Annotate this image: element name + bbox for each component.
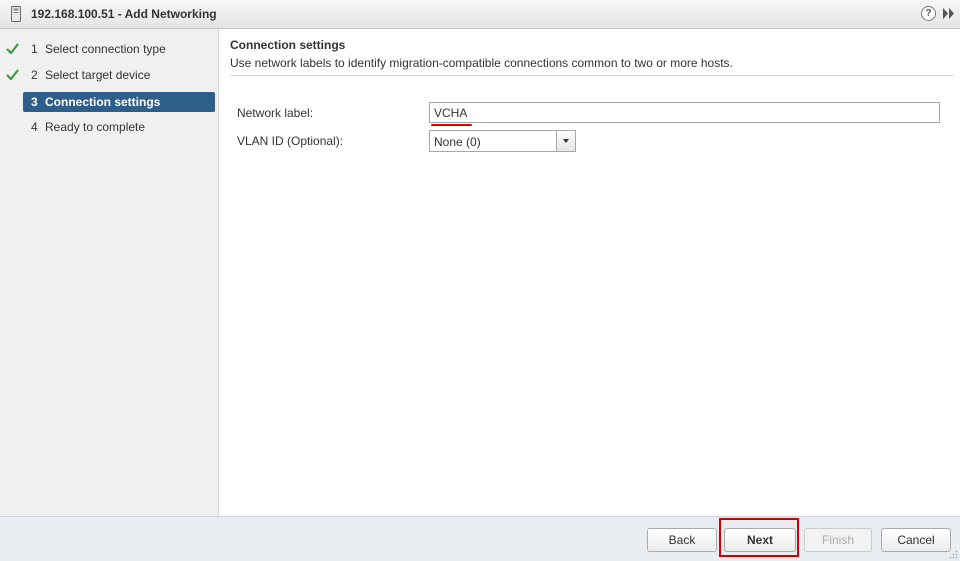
step-connection-settings[interactable]: 3 Connection settings: [23, 92, 215, 112]
step-select-target-device[interactable]: 2 Select target device: [23, 65, 215, 85]
help-icon[interactable]: ?: [921, 6, 936, 21]
expand-icon[interactable]: [943, 8, 955, 19]
resize-grip-icon[interactable]: [948, 549, 958, 559]
network-label-input[interactable]: [429, 102, 940, 123]
main-panel: Connection settings Use network labels t…: [220, 29, 960, 516]
cancel-button[interactable]: Cancel: [881, 528, 951, 552]
annotation-underline: [431, 124, 472, 126]
window-title: 192.168.100.51 - Add Networking: [31, 7, 217, 21]
step-label: Select connection type: [45, 42, 166, 56]
dropdown-arrow-icon: [563, 139, 569, 143]
step-select-connection-type[interactable]: 1 Select connection type: [23, 39, 215, 59]
wizard-steps-sidebar: 1 Select connection type 2 Select target…: [0, 29, 219, 516]
back-button[interactable]: Back: [647, 528, 717, 552]
vlan-id-select[interactable]: None (0): [429, 130, 576, 152]
title-bar: 192.168.100.51 - Add Networking ?: [0, 0, 960, 29]
divider: [230, 75, 954, 76]
section-description: Use network labels to identify migration…: [230, 56, 733, 70]
step-label: Connection settings: [45, 95, 161, 109]
host-icon: [11, 6, 21, 22]
finish-button: Finish: [804, 528, 872, 552]
check-icon: [6, 43, 19, 54]
vlan-dropdown-button[interactable]: [556, 131, 575, 151]
vlan-id-value: None (0): [434, 135, 481, 149]
network-label-caption: Network label:: [237, 106, 314, 120]
step-ready-to-complete[interactable]: 4 Ready to complete: [23, 117, 215, 137]
wizard-footer: Back Next Finish Cancel: [0, 516, 960, 561]
step-label: Select target device: [45, 68, 151, 82]
step-label: Ready to complete: [45, 120, 146, 134]
vlan-id-caption: VLAN ID (Optional):: [237, 134, 344, 148]
check-icon: [6, 69, 19, 80]
section-title: Connection settings: [230, 38, 346, 52]
next-button-highlight: [719, 518, 799, 557]
